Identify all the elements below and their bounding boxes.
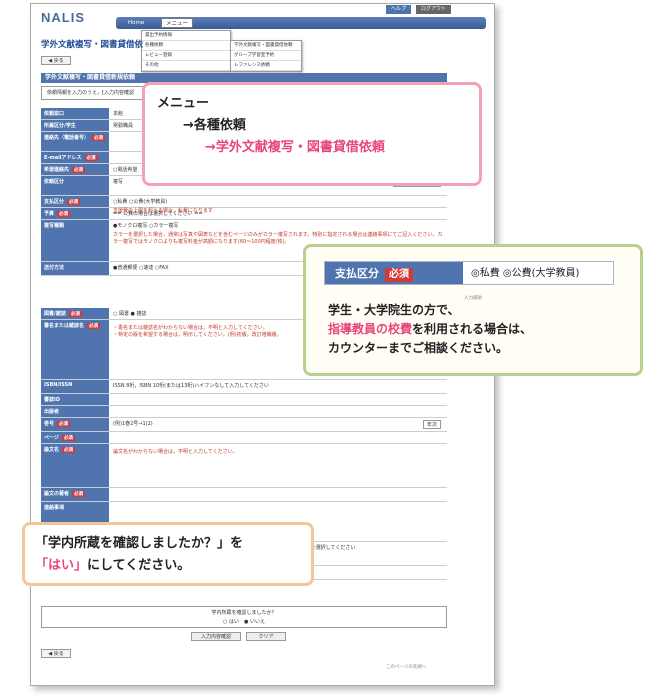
field-value[interactable]: ●モノクロ複写 ○カラー複写 カラーを選択した場合，通常は写真や図表などを含むペー…	[113, 222, 445, 245]
page-top-link[interactable]: このページの先頭へ	[386, 664, 426, 670]
payment-label: 支払区分	[335, 267, 379, 280]
field-label: 送付方法	[41, 262, 109, 275]
field-value[interactable]: 論文名がわからない場合は，不明と入力してください。	[113, 446, 445, 455]
form-row: 論文の著者 必須	[41, 488, 447, 502]
nav-home[interactable]: Home	[128, 17, 144, 29]
field-label: 書名または雑誌名 必須	[41, 320, 109, 379]
help-button[interactable]: ヘルプ	[386, 5, 412, 14]
required-badge: 必須	[72, 167, 86, 173]
callout-menu-line: →学外文献複写・図書貸借依頼	[205, 140, 385, 155]
field-note: 論文名がわからない場合は，不明と入力してください。	[113, 449, 238, 455]
field-note: カラーを選択した場合，通常は写真や図表などを含むページのみがカラー複写されます。…	[113, 232, 443, 245]
required-badge: 必須	[84, 155, 98, 161]
field-label: 複写種類	[41, 220, 109, 261]
required-badge: 必須	[57, 211, 71, 217]
callout-menu-line: →各種依頼	[183, 118, 246, 133]
field-label: 巻号 必須	[41, 418, 109, 431]
field-label: 出版者	[41, 406, 109, 417]
submenu-item[interactable]: レファレンス依頼	[231, 61, 301, 71]
required-badge: 必須	[92, 135, 106, 141]
field-label: 予算 必須	[41, 208, 109, 219]
required-badge: 必須	[67, 199, 81, 205]
field-label: 連絡先（電話番号） 必須	[41, 132, 109, 151]
field-label: ページ 必須	[41, 432, 109, 443]
required-badge: 必須	[68, 311, 82, 317]
back-button[interactable]: ◀ 戻る	[41, 56, 71, 65]
menu-item[interactable]: その他	[142, 61, 230, 71]
nav-bar: Home メニュー	[116, 17, 486, 29]
field-label: E-mailアドレス 必須	[41, 152, 109, 163]
page-title: 学外文献複写・図書貸借依	[41, 40, 144, 50]
submit-button[interactable]: 入力内容確認	[191, 632, 241, 641]
required-badge: 必須	[385, 268, 413, 282]
callout-pay-line: カウンターまでご相談ください。	[328, 341, 509, 355]
submenu-item[interactable]: グループ学習室予約	[231, 51, 301, 61]
back-button-bottom[interactable]: ◀ 戻る	[41, 649, 71, 658]
required-badge: 必須	[61, 435, 75, 441]
menu-item[interactable]: 貸出予約情報	[142, 31, 230, 41]
field-value[interactable]: ISSN 8桁，ISBN 10桁(または13桁)ハイフンなして入力してください	[113, 382, 445, 389]
form-row: ページ 必須	[41, 432, 447, 444]
field-label: 図書/雑誌 必須	[41, 308, 109, 319]
field-value[interactable]: (例)1巻2号→1(2) 年次	[113, 420, 445, 429]
payment-callout: 支払区分 必須 ◎私費 ◎公費(大学教員) 入力補助 学生・大学院生の方で、 指導…	[303, 244, 643, 376]
callout-pay-highlight: 指導教員の校費	[328, 322, 413, 336]
callout-confirm-line: 「学内所蔵を確認しましたか？」を	[35, 536, 244, 551]
field-label: 支払区分 必須	[41, 196, 109, 207]
form-row: 論文名 必須 論文名がわからない場合は，不明と入力してください。	[41, 444, 447, 488]
payment-options: ◎私費 ◎公費(大学教員)	[471, 268, 580, 279]
required-badge: 必須	[72, 491, 86, 497]
callout-confirm-text: にしてください。	[87, 558, 191, 573]
holding-confirm: 学内所蔵を確認しましたか？ ○ はい ● いいえ	[41, 606, 447, 628]
menu-dropdown: 貸出予約情報 各種依頼 レビュー登録 その他	[141, 30, 231, 72]
payment-zoom: 支払区分 必須 ◎私費 ◎公費(大学教員)	[324, 261, 614, 285]
callout-pay-text: を利用される場合は、	[412, 322, 533, 336]
menu-item[interactable]: レビュー登録	[142, 51, 230, 61]
field-extra[interactable]: 年次	[422, 420, 441, 429]
confirm-no-radio[interactable]: ● いいえ	[244, 619, 265, 625]
field-label: 希望連絡先 必須	[41, 164, 109, 175]
submenu-dropdown: 学外文献複写・図書貸借依頼 グループ学習室予約 レファレンス依頼	[230, 40, 302, 72]
menu-item[interactable]: 各種依頼	[142, 41, 230, 51]
form-row: 巻号 必須 (例)1巻2号→1(2) 年次	[41, 418, 447, 432]
clear-button[interactable]: クリア	[246, 632, 286, 641]
confirm-yes-radio[interactable]: ○ はい	[223, 619, 239, 625]
required-badge: 必須	[87, 323, 101, 329]
field-label: 依頼区分	[41, 176, 109, 195]
callout-pay-line: 学生・大学院生の方で、	[328, 303, 460, 317]
logout-button[interactable]: ログアウト	[416, 5, 452, 14]
field-label: 論文名 必須	[41, 444, 109, 487]
menu-callout: メニュー →各種依頼 →学外文献複写・図書貸借依頼	[142, 82, 482, 186]
nav-menu[interactable]: メニュー	[161, 18, 194, 28]
field-label: ISBN/ISSN	[41, 380, 109, 393]
field-value[interactable]: == 公費の場合は選択してください ==	[113, 210, 445, 217]
form-row: 予算 必須 == 公費の場合は選択してください ==	[41, 208, 447, 220]
required-badge: 必須	[57, 421, 71, 427]
field-label: 所属区分/学生	[41, 120, 109, 131]
confirm-question: 学内所蔵を確認しましたか？	[211, 610, 277, 616]
form-row: 書誌ID	[41, 394, 447, 406]
field-label: 依頼窓口	[41, 108, 109, 119]
submenu-item-copy[interactable]: 学外文献複写・図書貸借依頼	[231, 41, 301, 51]
form-row: ISBN/ISSN ISSN 8桁，ISBN 10桁(または13桁)ハイフンなして…	[41, 380, 447, 394]
form-row: 出版者	[41, 406, 447, 418]
confirm-callout: 「学内所蔵を確認しましたか？」を 「はい」にしてください。	[22, 522, 314, 586]
required-badge: 必須	[62, 447, 76, 453]
callout-confirm-highlight: 「はい」	[35, 558, 88, 573]
app-logo: NALIS	[41, 10, 85, 25]
field-label: 論文の著者 必須	[41, 488, 109, 501]
callout-menu-line: メニュー	[157, 96, 210, 111]
form-row: 支払区分 必須 ○私費 ○公費(大学教員) 支援費の上限を超える場合，私費になります	[41, 196, 447, 214]
field-label: 書誌ID	[41, 394, 109, 405]
